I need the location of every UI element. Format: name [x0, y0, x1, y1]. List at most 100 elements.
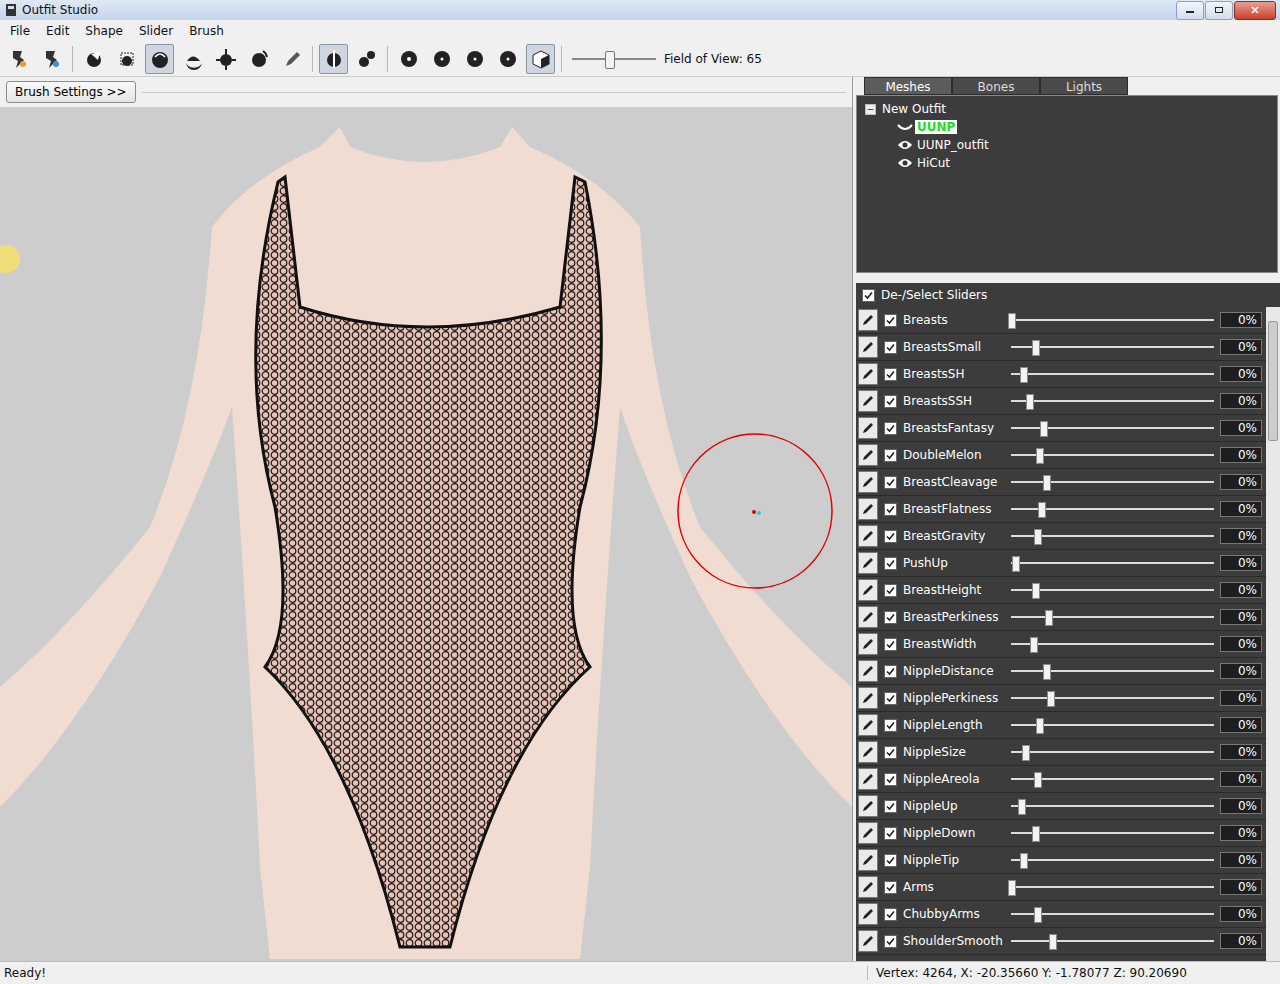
slider[interactable]: [1011, 472, 1214, 492]
fov-slider[interactable]: [572, 49, 656, 69]
slider-thumb[interactable]: [1047, 691, 1055, 707]
slider-scrollbar[interactable]: [1266, 307, 1280, 961]
tree-item[interactable]: UUNP: [897, 118, 1269, 136]
edit-slider-button[interactable]: [858, 849, 878, 871]
slider-thumb[interactable]: [1026, 394, 1034, 410]
edit-slider-button[interactable]: [858, 714, 878, 736]
eye-icon[interactable]: [897, 139, 913, 151]
slider[interactable]: [1011, 931, 1214, 951]
tool-button[interactable]: [4, 44, 33, 74]
slider-thumb[interactable]: [1043, 664, 1051, 680]
slider-value[interactable]: 0%: [1220, 933, 1262, 949]
maximize-button[interactable]: [1205, 1, 1233, 20]
slider-value[interactable]: 0%: [1220, 771, 1262, 787]
slider[interactable]: [1011, 796, 1214, 816]
slider[interactable]: [1011, 364, 1214, 384]
slider-thumb[interactable]: [1032, 583, 1040, 599]
slider-thumb[interactable]: [1032, 340, 1040, 356]
slider[interactable]: [1011, 310, 1214, 330]
slider-checkbox[interactable]: [884, 395, 897, 408]
slider-checkbox[interactable]: [884, 584, 897, 597]
slider-thumb[interactable]: [1020, 367, 1028, 383]
tree-item[interactable]: UUNP_outfit: [897, 136, 1269, 154]
edit-slider-button[interactable]: [858, 687, 878, 709]
slider-thumb[interactable]: [1036, 448, 1044, 464]
slider[interactable]: [1011, 850, 1214, 870]
fov-slider-thumb[interactable]: [605, 51, 615, 69]
slider-value[interactable]: 0%: [1220, 528, 1262, 544]
light-icon[interactable]: [0, 245, 20, 273]
slider[interactable]: [1011, 877, 1214, 897]
slider-checkbox[interactable]: [884, 449, 897, 462]
tool-button[interactable]: [244, 44, 273, 74]
slider-value[interactable]: 0%: [1220, 798, 1262, 814]
edit-slider-button[interactable]: [858, 876, 878, 898]
slider-checkbox[interactable]: [884, 773, 897, 786]
edit-slider-button[interactable]: [858, 444, 878, 466]
slider-checkbox[interactable]: [884, 341, 897, 354]
tool-button[interactable]: [37, 44, 66, 74]
slider-thumb[interactable]: [1043, 475, 1051, 491]
slider-thumb[interactable]: [1012, 556, 1020, 572]
slider-checkbox[interactable]: [884, 935, 897, 948]
viewport[interactable]: [0, 107, 852, 961]
slider-value[interactable]: 0%: [1220, 501, 1262, 517]
slider-checkbox[interactable]: [884, 476, 897, 489]
edit-slider-button[interactable]: [858, 471, 878, 493]
slider-thumb[interactable]: [1020, 853, 1028, 869]
slider[interactable]: [1011, 580, 1214, 600]
slider[interactable]: [1011, 634, 1214, 654]
menu-item[interactable]: Shape: [77, 22, 131, 40]
scrollbar-thumb[interactable]: [1268, 321, 1278, 441]
edit-slider-button[interactable]: [858, 579, 878, 601]
slider-thumb[interactable]: [1038, 502, 1046, 518]
edit-slider-button[interactable]: [858, 822, 878, 844]
slider[interactable]: [1011, 418, 1214, 438]
tab[interactable]: Lights: [1040, 77, 1128, 95]
edit-slider-button[interactable]: [858, 525, 878, 547]
edit-slider-button[interactable]: [858, 795, 878, 817]
tool-button[interactable]: [211, 44, 240, 74]
slider-checkbox[interactable]: [884, 503, 897, 516]
menu-item[interactable]: File: [2, 22, 38, 40]
menu-item[interactable]: Slider: [131, 22, 181, 40]
slider-checkbox[interactable]: [884, 557, 897, 570]
slider-value[interactable]: 0%: [1220, 636, 1262, 652]
tree-item[interactable]: HiCut: [897, 154, 1269, 172]
slider-checkbox[interactable]: [884, 881, 897, 894]
edit-slider-button[interactable]: [858, 498, 878, 520]
slider-thumb[interactable]: [1036, 718, 1044, 734]
slider-checkbox[interactable]: [884, 692, 897, 705]
tree-expander[interactable]: −: [865, 104, 876, 115]
slider-value[interactable]: 0%: [1220, 312, 1262, 328]
menu-item[interactable]: Brush: [181, 22, 232, 40]
eye-closed-icon[interactable]: [897, 121, 913, 133]
slider-checkbox[interactable]: [884, 422, 897, 435]
slider-checkbox[interactable]: [884, 800, 897, 813]
slider-thumb[interactable]: [1032, 826, 1040, 842]
slider-thumb[interactable]: [1030, 637, 1038, 653]
slider-thumb[interactable]: [1034, 529, 1042, 545]
slider[interactable]: [1011, 823, 1214, 843]
edit-slider-button[interactable]: [858, 633, 878, 655]
brush-settings-button[interactable]: Brush Settings >>: [6, 81, 136, 103]
tool-button[interactable]: [427, 44, 456, 74]
tool-button[interactable]: [526, 44, 555, 74]
slider-checkbox[interactable]: [884, 854, 897, 867]
select-all-checkbox[interactable]: [862, 289, 875, 302]
tool-button[interactable]: [352, 44, 381, 74]
slider[interactable]: [1011, 526, 1214, 546]
tool-button[interactable]: [394, 44, 423, 74]
slider-thumb[interactable]: [1040, 421, 1048, 437]
slider-checkbox[interactable]: [884, 368, 897, 381]
slider-value[interactable]: 0%: [1220, 555, 1262, 571]
edit-slider-button[interactable]: [858, 309, 878, 331]
slider-thumb[interactable]: [1034, 907, 1042, 923]
edit-slider-button[interactable]: [858, 903, 878, 925]
slider-value[interactable]: 0%: [1220, 609, 1262, 625]
slider[interactable]: [1011, 391, 1214, 411]
tab[interactable]: Bones: [952, 77, 1040, 95]
slider[interactable]: [1011, 661, 1214, 681]
minimize-button[interactable]: [1176, 1, 1204, 20]
tool-button[interactable]: [277, 44, 306, 74]
